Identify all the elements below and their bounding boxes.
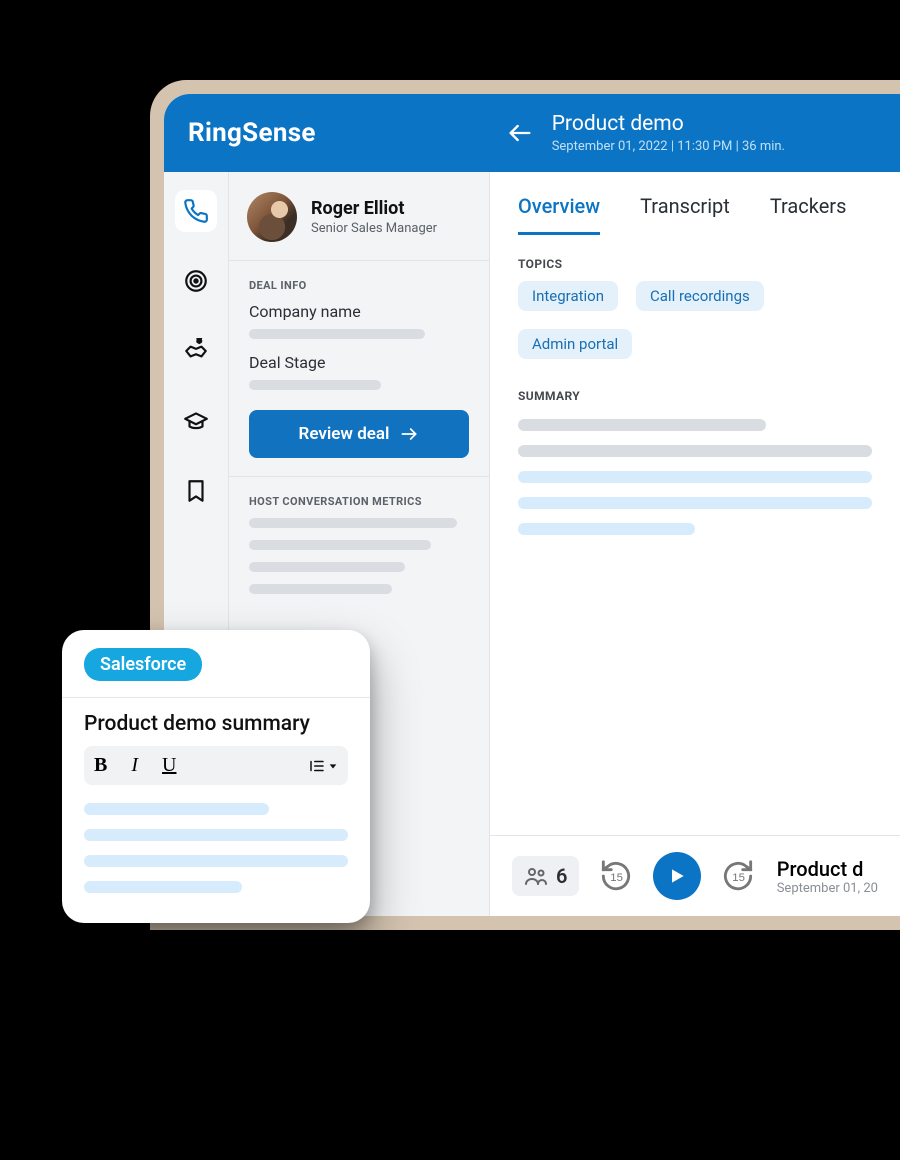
nav-item-bookmarks[interactable] bbox=[175, 470, 217, 512]
topic-chip-call-recordings[interactable]: Call recordings bbox=[636, 281, 764, 311]
review-deal-label: Review deal bbox=[299, 424, 390, 444]
back-arrow-icon[interactable] bbox=[506, 119, 534, 147]
main-panel: Overview Transcript Trackers TOPICS Inte… bbox=[490, 172, 900, 916]
tab-transcript[interactable]: Transcript bbox=[640, 194, 730, 235]
metric-placeholder bbox=[249, 584, 392, 594]
metrics-section: HOST CONVERSATION METRICS bbox=[229, 476, 489, 606]
list-format-button[interactable] bbox=[308, 757, 338, 775]
stage-label: Deal Stage bbox=[249, 353, 469, 372]
metrics-label: HOST CONVERSATION METRICS bbox=[229, 477, 489, 518]
list-icon bbox=[308, 757, 326, 775]
nav-item-deals[interactable]: $ bbox=[175, 330, 217, 372]
editor-toolbar: B I U bbox=[84, 746, 348, 785]
summary-line bbox=[518, 471, 872, 483]
avatar bbox=[247, 192, 297, 242]
summary-line bbox=[84, 855, 348, 867]
topic-chip-integration[interactable]: Integration bbox=[518, 281, 618, 311]
page-title: Product demo bbox=[552, 112, 785, 136]
chevron-down-icon bbox=[328, 761, 338, 771]
summary-line bbox=[518, 497, 872, 509]
stage-value-placeholder bbox=[249, 380, 381, 390]
summary-line bbox=[84, 803, 269, 815]
profile-name: Roger Elliot bbox=[311, 198, 437, 219]
company-value-placeholder bbox=[249, 329, 425, 339]
metric-placeholder bbox=[249, 540, 431, 550]
metric-placeholder bbox=[249, 518, 457, 528]
salesforce-badge: Salesforce bbox=[84, 648, 202, 681]
profile-block: Roger Elliot Senior Sales Manager bbox=[229, 172, 489, 261]
player-title-block: Product d September 01, 20 bbox=[777, 857, 878, 896]
phone-icon bbox=[183, 198, 209, 224]
summary-line bbox=[518, 419, 766, 431]
skip-forward-icon[interactable]: 15 bbox=[719, 857, 757, 895]
card-title: Product demo summary bbox=[84, 712, 348, 736]
player-meta: September 01, 20 bbox=[777, 881, 878, 896]
play-icon bbox=[667, 866, 687, 886]
svg-text:15: 15 bbox=[733, 872, 746, 884]
summary-line bbox=[518, 523, 695, 535]
participants-count[interactable]: 6 bbox=[512, 856, 579, 896]
arrow-right-icon bbox=[399, 424, 419, 444]
review-deal-button[interactable]: Review deal bbox=[249, 410, 469, 458]
header-title-block: Product demo September 01, 2022 | 11:30 … bbox=[506, 112, 785, 154]
nav-item-coaching[interactable] bbox=[175, 400, 217, 442]
topics-label: TOPICS bbox=[490, 235, 900, 281]
summary-body bbox=[490, 413, 900, 555]
summary-label: SUMMARY bbox=[490, 367, 900, 413]
play-button[interactable] bbox=[653, 852, 701, 900]
svg-text:$: $ bbox=[197, 338, 202, 344]
svg-text:15: 15 bbox=[611, 872, 624, 884]
summary-line bbox=[84, 829, 348, 841]
deal-info-label: DEAL INFO bbox=[229, 261, 489, 302]
handshake-icon: $ bbox=[183, 338, 209, 364]
page-meta: September 01, 2022 | 11:30 PM | 36 min. bbox=[552, 139, 785, 154]
underline-button[interactable]: U bbox=[162, 754, 176, 777]
summary-line bbox=[84, 881, 242, 893]
italic-button[interactable]: I bbox=[131, 754, 138, 777]
participants-number: 6 bbox=[556, 864, 567, 888]
profile-role: Senior Sales Manager bbox=[311, 221, 437, 236]
company-field: Company name bbox=[229, 302, 489, 353]
player-bar: 6 15 15 P bbox=[490, 835, 900, 916]
app-header: RingSense Product demo September 01, 202… bbox=[164, 94, 900, 172]
bookmark-icon bbox=[183, 478, 209, 504]
graduation-cap-icon bbox=[183, 408, 209, 434]
metric-placeholder bbox=[249, 562, 405, 572]
people-icon bbox=[524, 864, 548, 888]
divider bbox=[62, 697, 370, 698]
target-icon bbox=[183, 268, 209, 294]
nav-item-goals[interactable] bbox=[175, 260, 217, 302]
player-title: Product d bbox=[777, 857, 878, 881]
card-body bbox=[84, 803, 348, 893]
tab-bar: Overview Transcript Trackers bbox=[490, 172, 900, 235]
salesforce-summary-card: Salesforce Product demo summary B I U bbox=[62, 630, 370, 923]
skip-back-icon[interactable]: 15 bbox=[597, 857, 635, 895]
tab-trackers[interactable]: Trackers bbox=[770, 194, 847, 235]
brand-name: RingSense bbox=[188, 118, 316, 148]
topic-chips: Integration Call recordings Admin portal bbox=[490, 281, 900, 367]
topic-chip-admin-portal[interactable]: Admin portal bbox=[518, 329, 632, 359]
stage-field: Deal Stage bbox=[229, 353, 489, 404]
tab-overview[interactable]: Overview bbox=[518, 194, 600, 235]
bold-button[interactable]: B bbox=[94, 754, 107, 777]
summary-line bbox=[518, 445, 872, 457]
company-label: Company name bbox=[249, 302, 469, 321]
nav-item-calls[interactable] bbox=[175, 190, 217, 232]
